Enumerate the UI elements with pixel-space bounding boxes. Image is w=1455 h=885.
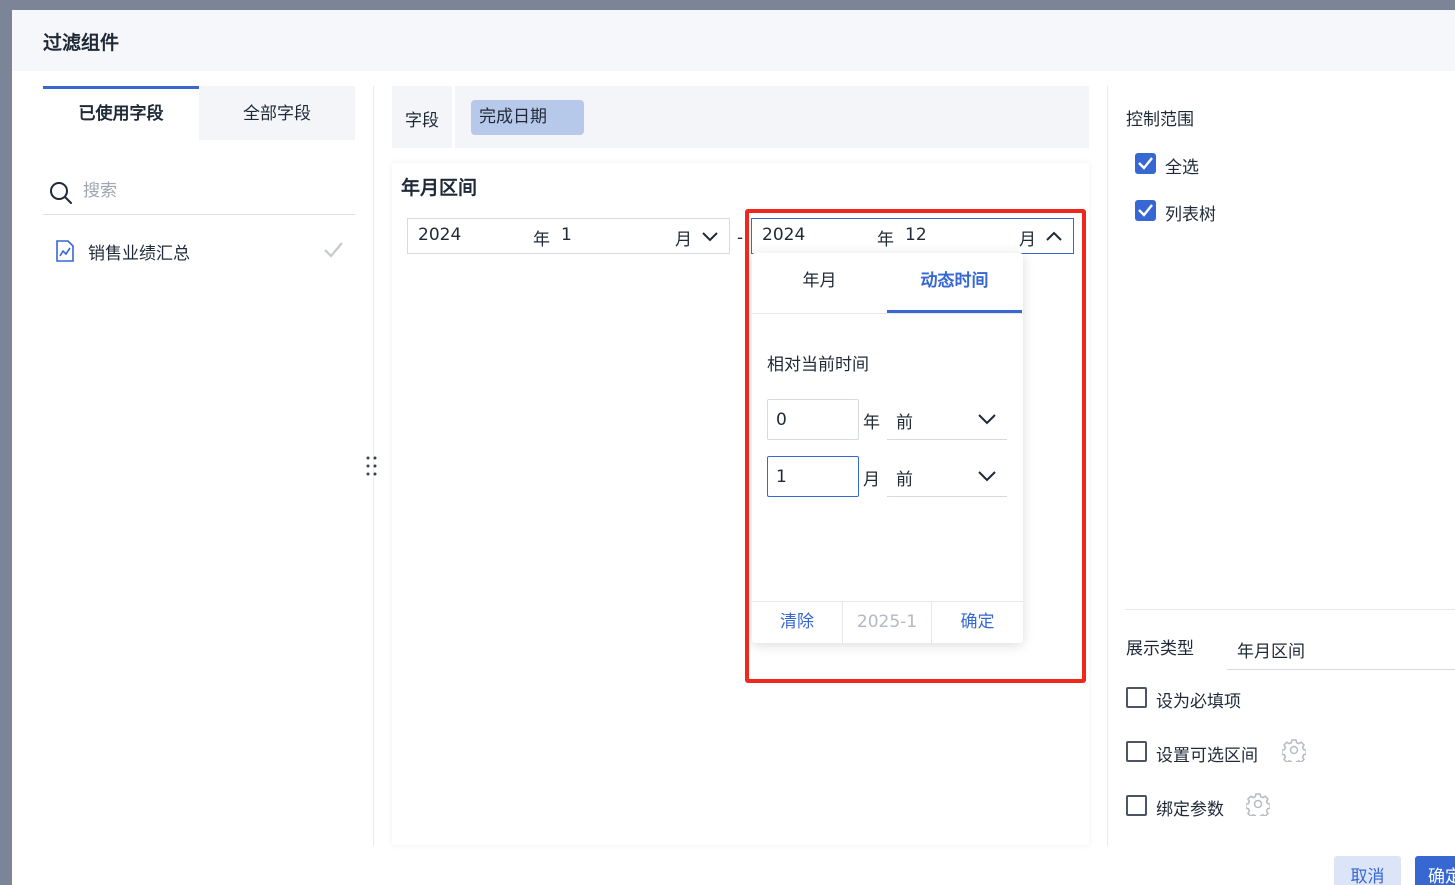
month-unit-label: 月 [863,470,880,490]
tab-used-fields[interactable]: 已使用字段 [43,86,199,140]
chevron-up-icon [1046,231,1062,241]
list-item-dataset[interactable]: 销售业绩汇总 [43,230,355,270]
tab-year-month[interactable]: 年月 [752,253,887,313]
end-month: 12 [905,225,927,245]
display-type-value: 年月区间 [1237,642,1305,662]
tab-dynamic-time[interactable]: 动态时间 [887,253,1022,313]
cancel-button[interactable]: 取消 [1334,856,1401,885]
year-unit-label: 年 [863,413,880,433]
check-icon [324,242,343,258]
check-icon [1138,157,1153,170]
bind-param-label: 绑定参数 [1156,800,1224,820]
filter-component-dialog: 过滤组件 已使用字段 全部字段 销售业绩汇总 字段 完成日期 年月区 [12,10,1455,885]
year-direction-select[interactable]: 前 [887,398,1007,440]
start-month-picker[interactable]: 2024 年 1 月 [407,218,730,254]
selectable-range-checkbox[interactable] [1126,741,1147,762]
chevron-down-icon [978,471,996,482]
dataset-label: 销售业绩汇总 [88,244,190,264]
month-offset-input[interactable] [767,456,859,497]
bind-param-checkbox[interactable] [1126,795,1147,816]
selectable-range-label: 设置可选区间 [1156,746,1258,766]
dropdown-confirm-button[interactable]: 确定 [932,602,1023,644]
check-icon [1138,204,1153,217]
field-bar: 字段 完成日期 [392,86,1089,148]
end-month-unit: 月 [1019,230,1036,250]
preview-title: 年月区间 [401,177,478,199]
field-tabs: 已使用字段 全部字段 [43,86,355,140]
select-all-checkbox[interactable] [1135,153,1156,174]
right-divider [1125,609,1455,610]
drag-handle-icon[interactable] [364,454,380,480]
dropdown-tabs: 年月 动态时间 [752,253,1023,314]
scope-title: 控制范围 [1126,110,1194,130]
list-tree-checkbox[interactable] [1135,200,1156,221]
gear-icon[interactable] [1246,792,1270,816]
end-year-unit: 年 [877,230,894,250]
month-direction-value: 前 [896,470,913,490]
display-type-select[interactable]: 年月区间 [1227,626,1455,670]
field-bar-separator [452,86,455,148]
list-tree-label: 列表树 [1165,205,1216,225]
end-month-picker[interactable]: 2024 年 12 月 [751,218,1074,254]
search-box [43,173,355,215]
dialog-title: 过滤组件 [43,32,120,54]
year-direction-value: 前 [896,413,913,433]
field-chip[interactable]: 完成日期 [471,100,584,135]
display-type-label: 展示类型 [1126,639,1194,659]
line-chart-icon [56,240,74,262]
start-year: 2024 [418,225,462,245]
month-direction-select[interactable]: 前 [887,455,1007,497]
chevron-down-icon [702,232,718,242]
range-separator: - [737,228,744,248]
relative-time-title: 相对当前时间 [767,355,869,375]
panel-divider-right [1107,86,1108,846]
year-offset-input[interactable] [767,399,859,440]
start-year-unit: 年 [533,230,550,250]
end-year: 2024 [762,225,806,245]
confirm-button[interactable]: 确定 [1415,856,1455,885]
select-all-label: 全选 [1165,158,1199,178]
field-label: 字段 [405,111,439,131]
clear-button[interactable]: 清除 [752,602,843,644]
chevron-down-icon [978,414,996,425]
required-label: 设为必填项 [1156,692,1241,712]
search-icon [50,182,72,204]
tab-all-fields[interactable]: 全部字段 [199,86,355,140]
required-checkbox[interactable] [1126,687,1147,708]
computed-date-label: 2025-1 [843,602,932,644]
start-month-unit: 月 [675,230,692,250]
start-month: 1 [561,225,572,245]
date-dropdown-panel: 年月 动态时间 相对当前时间 年 前 月 前 清除 2025-1 确定 [752,253,1023,644]
gear-icon[interactable] [1282,738,1306,762]
dropdown-footer: 清除 2025-1 确定 [752,601,1023,644]
search-input[interactable] [83,177,343,205]
dialog-header: 过滤组件 [12,10,1455,71]
